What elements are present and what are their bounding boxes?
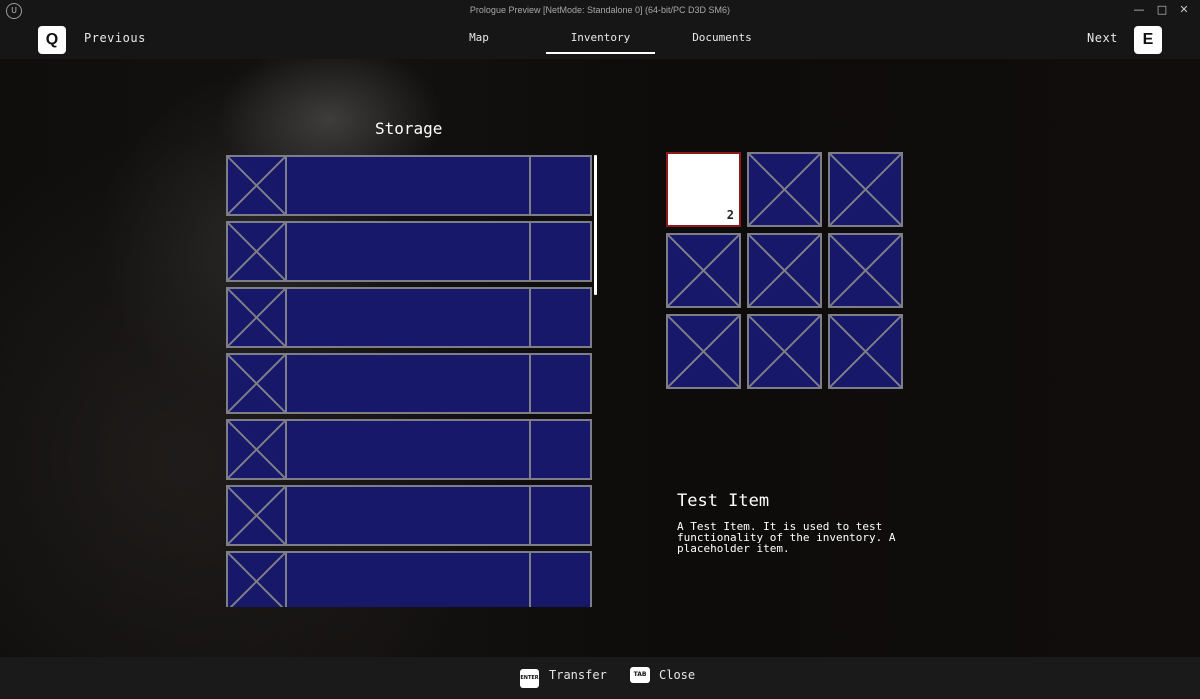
item-name: Test Item	[677, 491, 770, 511]
close-action[interactable]: Close	[659, 668, 695, 682]
storage-row[interactable]	[226, 221, 592, 282]
empty-slot-cross-icon	[749, 235, 820, 306]
enter-key-icon: ENTER	[520, 669, 539, 688]
storage-row[interactable]	[226, 419, 592, 480]
inventory-slot[interactable]	[666, 233, 741, 308]
storage-item-name	[285, 353, 531, 414]
tab-documents[interactable]: Documents	[680, 22, 764, 52]
storage-item-quantity	[529, 221, 592, 282]
empty-slot-cross-icon	[830, 316, 901, 387]
storage-item-icon-slot	[226, 287, 287, 348]
empty-slot-cross-icon	[228, 289, 285, 346]
storage-item-quantity	[529, 353, 592, 414]
storage-item-quantity	[529, 287, 592, 348]
empty-slot-cross-icon	[668, 316, 739, 387]
active-tab-underline	[546, 52, 655, 54]
empty-slot-cross-icon	[749, 316, 820, 387]
storage-item-name	[285, 287, 531, 348]
storage-item-icon-slot	[226, 485, 287, 546]
inventory-slot[interactable]	[828, 233, 903, 308]
inventory-grid: 2	[666, 152, 906, 392]
tab-inventory-label: Inventory	[570, 31, 631, 44]
minimize-icon[interactable]: —	[1132, 3, 1146, 17]
storage-item-icon-slot	[226, 155, 287, 216]
storage-item-icon-slot	[226, 419, 287, 480]
storage-item-name	[285, 485, 531, 546]
inventory-slot[interactable]	[747, 233, 822, 308]
item-count: 2	[726, 208, 734, 222]
item-description: A Test Item. It is used to test function…	[677, 520, 896, 555]
next-key-e[interactable]: E	[1134, 26, 1162, 54]
storage-item-quantity	[529, 551, 592, 607]
storage-row[interactable]	[226, 551, 592, 607]
storage-item-name	[285, 551, 531, 607]
inventory-slot[interactable]	[747, 152, 822, 227]
action-bar: ENTER Transfer TAB Close	[0, 657, 1200, 699]
prev-key-q[interactable]: Q	[38, 26, 66, 54]
storage-item-name	[285, 155, 531, 216]
inventory-slot[interactable]	[828, 314, 903, 389]
empty-slot-cross-icon	[228, 553, 285, 607]
empty-slot-cross-icon	[830, 154, 901, 225]
next-button[interactable]: Next	[1087, 31, 1118, 45]
storage-list[interactable]	[226, 155, 594, 607]
window-title: Prologue Preview [NetMode: Standalone 0]…	[469, 5, 731, 15]
empty-slot-cross-icon	[228, 487, 285, 544]
storage-item-quantity	[529, 155, 592, 216]
storage-item-quantity	[529, 485, 592, 546]
empty-slot-cross-icon	[228, 355, 285, 412]
inventory-screen: Storage 2 Test Item A Test Item. It is u…	[0, 59, 1200, 657]
storage-row[interactable]	[226, 485, 592, 546]
tab-map[interactable]: Map	[450, 22, 508, 52]
close-icon[interactable]: ✕	[1177, 3, 1191, 17]
empty-slot-cross-icon	[749, 154, 820, 225]
inventory-slot[interactable]	[666, 314, 741, 389]
top-nav: Q Previous Map Inventory Documents Next …	[0, 22, 1200, 59]
storage-item-name	[285, 221, 531, 282]
empty-slot-cross-icon	[228, 157, 285, 214]
storage-row[interactable]	[226, 287, 592, 348]
storage-item-icon-slot	[226, 221, 287, 282]
storage-item-icon-slot	[226, 353, 287, 414]
inventory-slot[interactable]	[828, 152, 903, 227]
tab-inventory[interactable]: Inventory	[546, 22, 655, 54]
storage-row[interactable]	[226, 155, 592, 216]
tab-key-icon: TAB	[630, 667, 650, 683]
previous-button[interactable]: Previous	[84, 31, 146, 45]
storage-row[interactable]	[226, 353, 592, 414]
transfer-action[interactable]: Transfer	[549, 668, 607, 682]
storage-scrollbar[interactable]	[594, 155, 597, 295]
empty-slot-cross-icon	[668, 235, 739, 306]
storage-item-name	[285, 419, 531, 480]
empty-slot-cross-icon	[830, 235, 901, 306]
empty-slot-cross-icon	[228, 421, 285, 478]
empty-slot-cross-icon	[228, 223, 285, 280]
inventory-slot-selected[interactable]: 2	[666, 152, 741, 227]
maximize-icon[interactable]: □	[1155, 3, 1169, 17]
storage-item-icon-slot	[226, 551, 287, 607]
storage-title: Storage	[375, 119, 443, 138]
storage-item-quantity	[529, 419, 592, 480]
inventory-slot[interactable]	[747, 314, 822, 389]
window-titlebar: U Prologue Preview [NetMode: Standalone …	[0, 0, 1200, 23]
